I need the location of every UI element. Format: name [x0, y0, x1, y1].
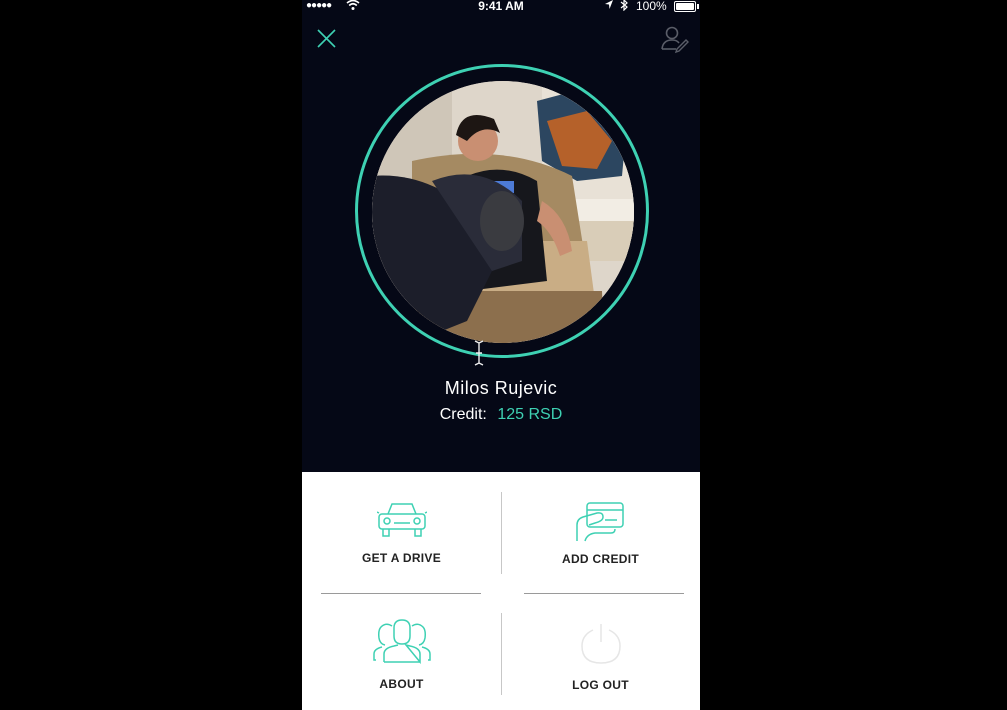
menu-divider-vertical-top — [501, 492, 502, 574]
menu-divider-horizontal-right — [524, 593, 684, 594]
battery-percentage: 100% — [636, 0, 667, 13]
location-icon — [604, 0, 614, 13]
get-a-drive-button[interactable]: GET A DRIVE — [302, 472, 501, 591]
battery-icon — [674, 1, 699, 12]
avatar[interactable] — [372, 81, 634, 343]
car-icon — [376, 503, 427, 537]
bluetooth-icon — [620, 0, 628, 14]
text-cursor-icon — [474, 340, 484, 366]
get-a-drive-label: GET A DRIVE — [361, 551, 442, 565]
log-out-label: LOG OUT — [572, 678, 629, 692]
main-menu: GET A DRIVE ADD CREDIT ABOUT LOG OUT — [302, 472, 700, 710]
add-credit-button[interactable]: ADD CREDIT — [501, 472, 700, 591]
status-bar: ●●●●● 9:41 AM 100% — [302, 0, 700, 14]
users-icon — [372, 619, 431, 664]
user-name: Milos Rujevic — [444, 378, 558, 398]
menu-divider-vertical-bottom — [501, 613, 502, 695]
close-button[interactable] — [314, 26, 340, 52]
user-edit-icon — [661, 26, 689, 54]
credit-row: Credit: 125 RSD — [302, 406, 700, 424]
menu-divider-horizontal-left — [321, 593, 481, 594]
credit-value: 125 RSD — [497, 406, 563, 423]
about-label: ABOUT — [379, 677, 424, 691]
add-credit-label: ADD CREDIT — [562, 552, 639, 566]
edit-profile-button[interactable] — [660, 24, 690, 54]
app-screen: ●●●●● 9:41 AM 100% Milos Rujevic Credit:… — [302, 0, 700, 710]
close-icon — [317, 29, 336, 48]
power-icon — [580, 624, 621, 664]
credit-card-icon — [575, 502, 624, 542]
about-button[interactable]: ABOUT — [302, 593, 501, 710]
credit-label: Credit: — [439, 406, 487, 423]
log-out-button[interactable]: LOG OUT — [501, 593, 700, 710]
